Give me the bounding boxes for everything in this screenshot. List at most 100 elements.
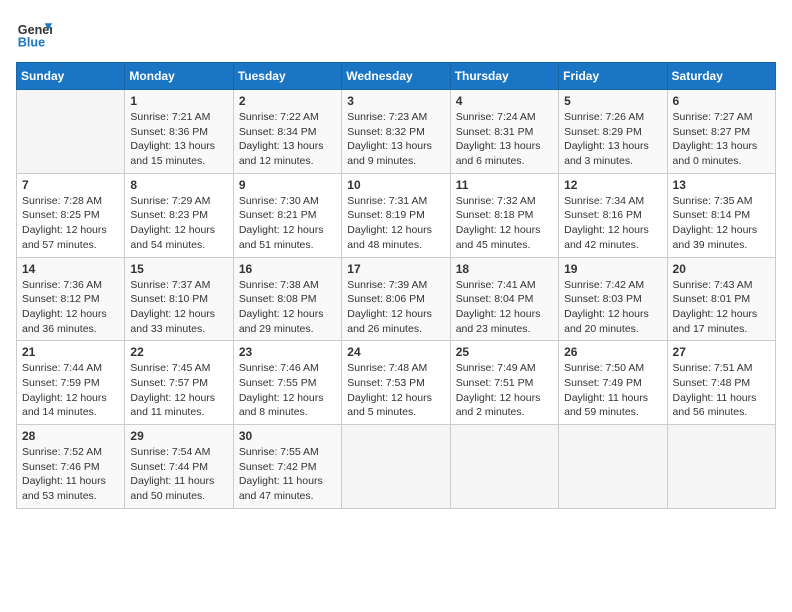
- day-info: Sunrise: 7:26 AM Sunset: 8:29 PM Dayligh…: [564, 110, 661, 169]
- day-info: Sunrise: 7:38 AM Sunset: 8:08 PM Dayligh…: [239, 278, 336, 337]
- calendar-cell: [450, 425, 558, 509]
- day-number: 19: [564, 262, 661, 276]
- calendar-cell: 2 Sunrise: 7:22 AM Sunset: 8:34 PM Daylig…: [233, 90, 341, 174]
- day-number: 2: [239, 94, 336, 108]
- day-number: 28: [22, 429, 119, 443]
- calendar-cell: 17 Sunrise: 7:39 AM Sunset: 8:06 PM Dayli…: [342, 257, 450, 341]
- day-number: 8: [130, 178, 227, 192]
- day-info: Sunrise: 7:39 AM Sunset: 8:06 PM Dayligh…: [347, 278, 444, 337]
- day-number: 22: [130, 345, 227, 359]
- calendar-week-1: 1 Sunrise: 7:21 AM Sunset: 8:36 PM Daylig…: [17, 90, 776, 174]
- day-info: Sunrise: 7:34 AM Sunset: 8:16 PM Dayligh…: [564, 194, 661, 253]
- calendar-cell: 19Sunrise: 7:42 AM Sunset: 8:03 PM Dayli…: [559, 257, 667, 341]
- day-number: 14: [22, 262, 119, 276]
- day-number: 25: [456, 345, 553, 359]
- day-number: 26: [564, 345, 661, 359]
- weekday-header-tuesday: Tuesday: [233, 63, 341, 90]
- calendar-cell: 29 Sunrise: 7:54 AM Sunset: 7:44 PM Dayli…: [125, 425, 233, 509]
- day-number: 3: [347, 94, 444, 108]
- calendar-cell: 1 Sunrise: 7:21 AM Sunset: 8:36 PM Daylig…: [125, 90, 233, 174]
- day-number: 9: [239, 178, 336, 192]
- calendar-cell: 25 Sunrise: 7:49 AM Sunset: 7:51 PM Dayli…: [450, 341, 558, 425]
- day-info: Sunrise: 7:54 AM Sunset: 7:44 PM Dayligh…: [130, 445, 227, 504]
- day-number: 12: [564, 178, 661, 192]
- day-number: 10: [347, 178, 444, 192]
- calendar-cell: 4 Sunrise: 7:24 AM Sunset: 8:31 PM Daylig…: [450, 90, 558, 174]
- calendar-cell: 5 Sunrise: 7:26 AM Sunset: 8:29 PM Daylig…: [559, 90, 667, 174]
- day-info: Sunrise: 7:22 AM Sunset: 8:34 PM Dayligh…: [239, 110, 336, 169]
- day-number: 23: [239, 345, 336, 359]
- day-number: 18: [456, 262, 553, 276]
- calendar-cell: 9 Sunrise: 7:30 AM Sunset: 8:21 PM Daylig…: [233, 173, 341, 257]
- day-info: Sunrise: 7:45 AM Sunset: 7:57 PM Dayligh…: [130, 361, 227, 420]
- calendar-header: SundayMondayTuesdayWednesdayThursdayFrid…: [17, 63, 776, 90]
- day-info: Sunrise: 7:43 AM Sunset: 8:01 PM Dayligh…: [673, 278, 770, 337]
- day-info: Sunrise: 7:51 AM Sunset: 7:48 PM Dayligh…: [673, 361, 770, 420]
- day-info: Sunrise: 7:50 AM Sunset: 7:49 PM Dayligh…: [564, 361, 661, 420]
- day-info: Sunrise: 7:48 AM Sunset: 7:53 PM Dayligh…: [347, 361, 444, 420]
- calendar-cell: 15 Sunrise: 7:37 AM Sunset: 8:10 PM Dayli…: [125, 257, 233, 341]
- calendar-cell: 26 Sunrise: 7:50 AM Sunset: 7:49 PM Dayli…: [559, 341, 667, 425]
- day-number: 15: [130, 262, 227, 276]
- day-number: 1: [130, 94, 227, 108]
- day-info: Sunrise: 7:32 AM Sunset: 8:18 PM Dayligh…: [456, 194, 553, 253]
- day-info: Sunrise: 7:52 AM Sunset: 7:46 PM Dayligh…: [22, 445, 119, 504]
- calendar-cell: 10 Sunrise: 7:31 AM Sunset: 8:19 PM Dayli…: [342, 173, 450, 257]
- calendar-week-3: 14 Sunrise: 7:36 AM Sunset: 8:12 PM Dayli…: [17, 257, 776, 341]
- logo-icon: General Blue: [16, 16, 52, 52]
- weekday-header-thursday: Thursday: [450, 63, 558, 90]
- day-info: Sunrise: 7:46 AM Sunset: 7:55 PM Dayligh…: [239, 361, 336, 420]
- calendar-body: 1 Sunrise: 7:21 AM Sunset: 8:36 PM Daylig…: [17, 90, 776, 509]
- calendar-cell: [17, 90, 125, 174]
- day-number: 29: [130, 429, 227, 443]
- weekday-header-sunday: Sunday: [17, 63, 125, 90]
- day-number: 24: [347, 345, 444, 359]
- calendar-cell: 16 Sunrise: 7:38 AM Sunset: 8:08 PM Dayli…: [233, 257, 341, 341]
- calendar-cell: [667, 425, 775, 509]
- day-info: Sunrise: 7:28 AM Sunset: 8:25 PM Dayligh…: [22, 194, 119, 253]
- calendar-cell: 20 Sunrise: 7:43 AM Sunset: 8:01 PM Dayli…: [667, 257, 775, 341]
- calendar-cell: 13Sunrise: 7:35 AM Sunset: 8:14 PM Dayli…: [667, 173, 775, 257]
- page-header: General Blue: [16, 16, 776, 52]
- calendar-cell: 6Sunrise: 7:27 AM Sunset: 8:27 PM Daylig…: [667, 90, 775, 174]
- calendar-cell: 23 Sunrise: 7:46 AM Sunset: 7:55 PM Dayli…: [233, 341, 341, 425]
- header-row: SundayMondayTuesdayWednesdayThursdayFrid…: [17, 63, 776, 90]
- calendar-cell: 28 Sunrise: 7:52 AM Sunset: 7:46 PM Dayli…: [17, 425, 125, 509]
- calendar-cell: 24 Sunrise: 7:48 AM Sunset: 7:53 PM Dayli…: [342, 341, 450, 425]
- day-number: 21: [22, 345, 119, 359]
- calendar-cell: 14 Sunrise: 7:36 AM Sunset: 8:12 PM Dayli…: [17, 257, 125, 341]
- day-number: 27: [673, 345, 770, 359]
- calendar-cell: [342, 425, 450, 509]
- day-number: 17: [347, 262, 444, 276]
- day-info: Sunrise: 7:41 AM Sunset: 8:04 PM Dayligh…: [456, 278, 553, 337]
- weekday-header-wednesday: Wednesday: [342, 63, 450, 90]
- day-info: Sunrise: 7:30 AM Sunset: 8:21 PM Dayligh…: [239, 194, 336, 253]
- day-number: 20: [673, 262, 770, 276]
- day-info: Sunrise: 7:37 AM Sunset: 8:10 PM Dayligh…: [130, 278, 227, 337]
- day-number: 7: [22, 178, 119, 192]
- calendar-week-5: 28 Sunrise: 7:52 AM Sunset: 7:46 PM Dayli…: [17, 425, 776, 509]
- day-number: 16: [239, 262, 336, 276]
- day-info: Sunrise: 7:31 AM Sunset: 8:19 PM Dayligh…: [347, 194, 444, 253]
- day-number: 6: [673, 94, 770, 108]
- weekday-header-monday: Monday: [125, 63, 233, 90]
- calendar-cell: 21Sunrise: 7:44 AM Sunset: 7:59 PM Dayli…: [17, 341, 125, 425]
- calendar-cell: 12 Sunrise: 7:34 AM Sunset: 8:16 PM Dayli…: [559, 173, 667, 257]
- day-info: Sunrise: 7:24 AM Sunset: 8:31 PM Dayligh…: [456, 110, 553, 169]
- day-info: Sunrise: 7:36 AM Sunset: 8:12 PM Dayligh…: [22, 278, 119, 337]
- day-number: 30: [239, 429, 336, 443]
- day-number: 11: [456, 178, 553, 192]
- day-info: Sunrise: 7:23 AM Sunset: 8:32 PM Dayligh…: [347, 110, 444, 169]
- day-info: Sunrise: 7:55 AM Sunset: 7:42 PM Dayligh…: [239, 445, 336, 504]
- calendar-cell: [559, 425, 667, 509]
- day-info: Sunrise: 7:49 AM Sunset: 7:51 PM Dayligh…: [456, 361, 553, 420]
- day-number: 5: [564, 94, 661, 108]
- calendar-cell: 3 Sunrise: 7:23 AM Sunset: 8:32 PM Daylig…: [342, 90, 450, 174]
- day-number: 4: [456, 94, 553, 108]
- logo: General Blue: [16, 16, 56, 52]
- day-info: Sunrise: 7:21 AM Sunset: 8:36 PM Dayligh…: [130, 110, 227, 169]
- calendar-cell: 27 Sunrise: 7:51 AM Sunset: 7:48 PM Dayli…: [667, 341, 775, 425]
- calendar-cell: 7 Sunrise: 7:28 AM Sunset: 8:25 PM Daylig…: [17, 173, 125, 257]
- day-info: Sunrise: 7:29 AM Sunset: 8:23 PM Dayligh…: [130, 194, 227, 253]
- weekday-header-saturday: Saturday: [667, 63, 775, 90]
